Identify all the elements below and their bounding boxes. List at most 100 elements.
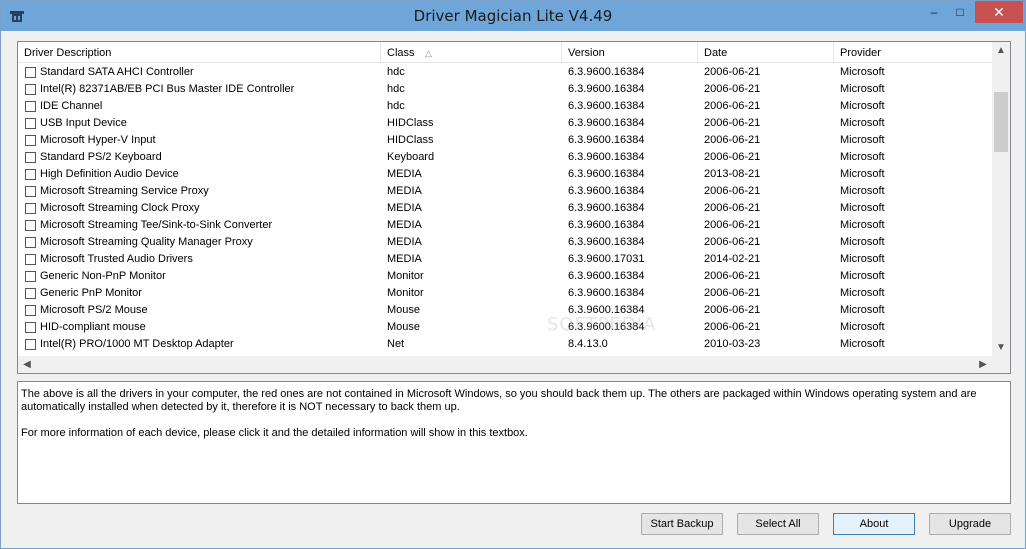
table-row[interactable]: Microsoft Streaming Tee/Sink-to-Sink Con… <box>18 217 992 234</box>
cell-class: MEDIA <box>387 236 422 248</box>
row-checkbox[interactable] <box>25 118 36 129</box>
row-checkbox[interactable] <box>25 237 36 248</box>
row-checkbox[interactable] <box>25 169 36 180</box>
about-button[interactable]: About <box>833 513 915 535</box>
cell-provider: Microsoft <box>840 66 885 78</box>
row-checkbox[interactable] <box>25 186 36 197</box>
table-row[interactable]: Microsoft Streaming Quality Manager Prox… <box>18 234 992 251</box>
app-window: Driver Magician Lite V4.49 – □ ✕ Driver … <box>0 0 1026 549</box>
driver-rows: Standard SATA AHCI Controller hdc 6.3.9600… <box>18 64 992 353</box>
cell-class: MEDIA <box>387 202 422 214</box>
cell-description: Microsoft Streaming Tee/Sink-to-Sink Con… <box>40 219 273 231</box>
cell-date: 2006-06-21 <box>704 100 761 112</box>
cell-class: MEDIA <box>387 185 422 197</box>
cell-date: 2006-06-21 <box>704 270 761 282</box>
table-row[interactable]: High Definition Audio Device MEDIA 6.3.960… <box>18 166 992 183</box>
row-checkbox[interactable] <box>25 67 36 78</box>
cell-date: 2006-06-21 <box>704 236 761 248</box>
cell-version: 6.3.9600.16384 <box>568 185 645 197</box>
row-checkbox[interactable] <box>25 288 36 299</box>
row-checkbox[interactable] <box>25 203 36 214</box>
column-header-provider[interactable]: Provider <box>834 42 992 63</box>
maximize-button[interactable]: □ <box>947 1 973 23</box>
table-row[interactable]: HID-compliant mouse Mouse 6.3.9600.16384 20… <box>18 319 992 336</box>
cell-description: Microsoft Streaming Clock Proxy <box>40 202 200 214</box>
cell-class: hdc <box>387 66 405 78</box>
scrollbar-corner <box>992 356 1010 373</box>
cell-version: 6.3.9600.16384 <box>568 287 645 299</box>
minimize-button[interactable]: – <box>921 1 947 23</box>
cell-date: 2006-06-21 <box>704 304 761 316</box>
cell-date: 2010-03-23 <box>704 338 761 350</box>
row-checkbox[interactable] <box>25 101 36 112</box>
cell-provider: Microsoft <box>840 185 885 197</box>
vertical-scroll-thumb[interactable] <box>994 92 1008 152</box>
row-checkbox[interactable] <box>25 152 36 163</box>
cell-class: hdc <box>387 100 405 112</box>
cell-class: hdc <box>387 83 405 95</box>
table-row[interactable]: Intel(R) 82371AB/EB PCI Bus Master IDE C… <box>18 81 992 98</box>
table-row[interactable]: Generic Non-PnP Monitor Monitor 6.3.9600.1… <box>18 268 992 285</box>
scroll-right-icon[interactable]: ▶ <box>974 356 992 373</box>
table-row[interactable]: Microsoft Trusted Audio Drivers MEDIA 6.3.… <box>18 251 992 268</box>
cell-provider: Microsoft <box>840 151 885 163</box>
column-header-class[interactable]: Class △ <box>381 42 562 63</box>
cell-provider: Microsoft <box>840 321 885 333</box>
table-row[interactable]: Microsoft Hyper-V Input HIDClass 6.3.9600.… <box>18 132 992 149</box>
scroll-left-icon[interactable]: ◀ <box>18 356 36 373</box>
cell-provider: Microsoft <box>840 219 885 231</box>
cell-description: IDE Channel <box>40 100 103 112</box>
close-button[interactable]: ✕ <box>975 1 1023 23</box>
row-checkbox[interactable] <box>25 84 36 95</box>
table-row[interactable]: Microsoft Streaming Clock Proxy MEDIA 6.3.… <box>18 200 992 217</box>
table-row[interactable]: Standard SATA AHCI Controller hdc 6.3.9600… <box>18 64 992 81</box>
select-all-button[interactable]: Select All <box>737 513 819 535</box>
vertical-scrollbar[interactable]: ▲ ▼ <box>992 42 1010 356</box>
cell-date: 2006-06-21 <box>704 83 761 95</box>
start-backup-button[interactable]: Start Backup <box>641 513 723 535</box>
column-header-date[interactable]: Date <box>698 42 834 63</box>
sort-ascending-icon: △ <box>425 48 432 58</box>
row-checkbox[interactable] <box>25 271 36 282</box>
table-row[interactable]: Standard PS/2 Keyboard Keyboard 6.3.9600.1… <box>18 149 992 166</box>
upgrade-button[interactable]: Upgrade <box>929 513 1011 535</box>
cell-date: 2006-06-21 <box>704 202 761 214</box>
table-row[interactable]: Microsoft Streaming Service Proxy MEDIA 6.… <box>18 183 992 200</box>
cell-version: 6.3.9600.16384 <box>568 270 645 282</box>
cell-date: 2006-06-21 <box>704 134 761 146</box>
cell-description: Standard PS/2 Keyboard <box>40 151 162 163</box>
cell-date: 2013-08-21 <box>704 168 761 180</box>
cell-description: Microsoft Hyper-V Input <box>40 134 156 146</box>
table-row[interactable]: USB Input Device HIDClass 6.3.9600.16384 20… <box>18 115 992 132</box>
scroll-down-icon[interactable]: ▼ <box>992 339 1010 356</box>
cell-provider: Microsoft <box>840 168 885 180</box>
cell-class: Keyboard <box>387 151 435 163</box>
cell-class: MEDIA <box>387 219 422 231</box>
table-row[interactable]: Microsoft PS/2 Mouse Mouse 6.3.9600.16384 2… <box>18 302 992 319</box>
column-header-class-label: Class <box>387 47 415 59</box>
cell-description: Intel(R) PRO/1000 MT Desktop Adapter <box>40 338 234 350</box>
window-title: Driver Magician Lite V4.49 <box>413 7 613 25</box>
cell-version: 6.3.9600.16384 <box>568 151 645 163</box>
horizontal-scrollbar[interactable]: ◀ ▶ <box>18 356 992 373</box>
column-header-version[interactable]: Version <box>562 42 698 63</box>
row-checkbox[interactable] <box>25 220 36 231</box>
row-checkbox[interactable] <box>25 254 36 265</box>
table-row[interactable]: IDE Channel hdc 6.3.9600.16384 2006-06-21 Mi… <box>18 98 992 115</box>
driver-list[interactable]: Driver Description Class △ Version Date … <box>17 41 1011 374</box>
column-header-description[interactable]: Driver Description <box>18 42 381 63</box>
table-row[interactable]: Generic PnP Monitor Monitor 6.3.9600.16384… <box>18 285 992 302</box>
row-checkbox[interactable] <box>25 322 36 333</box>
scroll-up-icon[interactable]: ▲ <box>992 42 1010 59</box>
cell-class: Net <box>387 338 405 350</box>
table-row[interactable]: Intel(R) PRO/1000 MT Desktop Adapter Net 8… <box>18 336 992 353</box>
row-checkbox[interactable] <box>25 135 36 146</box>
row-checkbox[interactable] <box>25 339 36 350</box>
info-textbox[interactable]: The above is all the drivers in your com… <box>17 381 1011 504</box>
cell-provider: Microsoft <box>840 270 885 282</box>
cell-version: 6.3.9600.16384 <box>568 100 645 112</box>
cell-provider: Microsoft <box>840 83 885 95</box>
cell-provider: Microsoft <box>840 236 885 248</box>
row-checkbox[interactable] <box>25 305 36 316</box>
title-bar[interactable]: Driver Magician Lite V4.49 – □ ✕ <box>1 1 1025 31</box>
